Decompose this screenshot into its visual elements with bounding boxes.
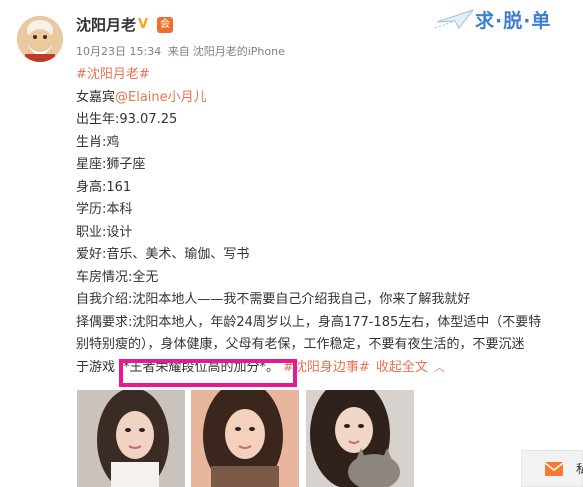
photo-thumbnail-1[interactable] [77, 390, 185, 487]
verified-badge-icon: V [138, 17, 149, 32]
hobbies: 爱好:音乐、美术、瑜伽、写书 [76, 247, 250, 262]
girl-photo-icon [77, 390, 185, 487]
old-man-avatar-icon [17, 16, 63, 62]
car-house: 车房情况:全无 [76, 269, 159, 285]
author-name[interactable]: 沈阳月老 [76, 14, 136, 35]
job: 职业:设计 [76, 224, 133, 240]
envelope-icon [544, 462, 564, 476]
photo-thumbnail-3[interactable] [306, 390, 414, 487]
mate-requirement-3-prefix: 于游戏 [76, 359, 116, 375]
education: 学历:本科 [76, 202, 133, 217]
photo-thumbnail-2[interactable] [191, 390, 299, 487]
watermark-text: 求·脱·单 [475, 10, 552, 32]
mate-requirement-1: 择偶要求:沈阳本地人，年龄24周岁以上，身高177-185左右，体型适中（不要特 [76, 314, 542, 330]
guest-mention-link[interactable]: @Elaine小月儿 [115, 90, 207, 105]
guest-line: 女嘉宾@Elaine小月儿 [76, 87, 576, 110]
girl-photo-icon [191, 390, 299, 487]
post-time[interactable]: 10月23日 15:34 [76, 45, 161, 58]
post-body: #沈阳月老# 女嘉宾@Elaine小月儿 出生年:93.07.25 生肖:鸡 星… [76, 64, 576, 379]
private-message-label: 私 [576, 462, 583, 476]
collapse-link[interactable]: 收起全文 [376, 360, 428, 375]
post-source[interactable]: 沈阳月老的iPhone [193, 45, 285, 58]
height: 身高:161 [76, 179, 132, 195]
self-intro: 自我介绍:沈阳本地人——我不需要自己介绍我自己，你来了解我就好 [76, 292, 471, 307]
member-badge-icon[interactable]: 会 [157, 17, 173, 33]
zodiac: 生肖:鸡 [76, 134, 120, 150]
source-prefix: 来自 [167, 45, 190, 58]
chevron-up-icon[interactable]: ︿ [434, 361, 445, 374]
mate-requirement-2: 别特别瘦的），身体健康，父母有老保，工作稳定，不要有夜生活的，不要沉迷 [76, 337, 525, 352]
girl-with-cat-photo-icon [306, 390, 414, 487]
highlight-box [119, 359, 297, 387]
paper-plane-icon [434, 9, 475, 29]
hashtag-link[interactable]: #沈阳月老# [76, 67, 150, 82]
post-meta: 10月23日 15:34 来自 沈阳月老的iPhone [76, 43, 285, 59]
guest-label: 女嘉宾 [76, 89, 116, 105]
hashtag-line: #沈阳月老# [76, 64, 576, 87]
constellation: 星座:狮子座 [76, 157, 146, 172]
avatar[interactable] [17, 16, 63, 62]
watermark: 求·脱·单 [433, 4, 573, 36]
private-message-button[interactable]: 私 [521, 450, 583, 487]
birth-year: 出生年:93.07.25 [76, 112, 178, 127]
